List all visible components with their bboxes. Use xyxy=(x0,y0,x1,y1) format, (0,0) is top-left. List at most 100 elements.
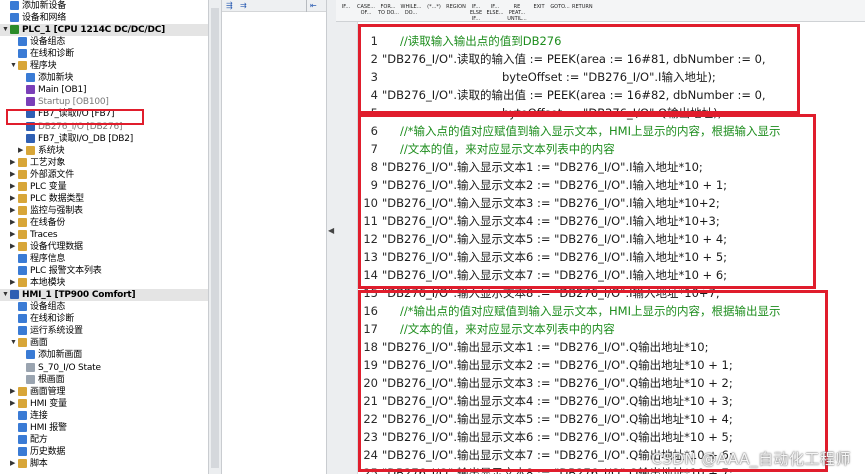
expand-right-icon[interactable]: ▶ xyxy=(10,388,16,396)
tree-item[interactable]: ▼ 程序块 xyxy=(0,60,208,72)
tree-item[interactable]: ▶ PLC 变量 xyxy=(0,181,208,193)
tree-item[interactable]: ▶ 设备代理数据 xyxy=(0,241,208,253)
tree-item[interactable]: 在线和诊断 xyxy=(0,313,208,325)
tree-item[interactable]: ▶ HMI 变量 xyxy=(0,398,208,410)
ob-icon xyxy=(26,97,35,107)
if-else-button[interactable]: IF... ELSE... xyxy=(486,1,504,21)
exit-button[interactable]: EXIT xyxy=(530,1,548,21)
tree-item[interactable]: 设备组态 xyxy=(0,36,208,48)
tree-item[interactable]: ▼ HMI_1 [TP900 Comfort] xyxy=(0,289,208,302)
tree-item[interactable]: 设备组态 xyxy=(0,301,208,313)
expand-right-icon[interactable]: ▶ xyxy=(10,183,16,191)
tree-item[interactable]: 连接 xyxy=(0,410,208,422)
expand-right-icon[interactable]: ▶ xyxy=(10,219,16,227)
expand-down-icon[interactable]: ▼ xyxy=(2,291,9,299)
tree-item-label: HMI_1 [TP900 Comfort] xyxy=(22,290,136,301)
return-button[interactable]: RETURN xyxy=(572,1,593,21)
tree-item[interactable]: ▶ 在线备份 xyxy=(0,217,208,229)
tree-item[interactable]: S_70_I/O State xyxy=(0,362,208,374)
region-button[interactable]: REGION xyxy=(446,1,466,21)
while-button[interactable]: WHILE... DO... xyxy=(400,1,422,21)
collapse-arrow-icon[interactable]: ◀ xyxy=(328,226,334,235)
tree-item[interactable]: 程序信息 xyxy=(0,253,208,265)
tree-item[interactable]: 在线和诊断 xyxy=(0,48,208,60)
scl-button-label: IF... ELSE... xyxy=(486,4,504,16)
folder-icon xyxy=(18,386,27,396)
tree-item[interactable]: 历史数据 xyxy=(0,446,208,458)
tree-item[interactable]: 配方 xyxy=(0,434,208,446)
expand-down-icon[interactable]: ▼ xyxy=(2,26,9,34)
tree-item[interactable]: 运行系统设置 xyxy=(0,325,208,337)
tree-item[interactable]: ▶ 工艺对象 xyxy=(0,157,208,169)
expand-right-icon[interactable]: ▶ xyxy=(10,460,16,468)
tree-item[interactable]: 添加新设备 xyxy=(0,0,208,12)
tree-item[interactable]: ▶ 脚本 xyxy=(0,458,208,470)
scrollbar-thumb[interactable] xyxy=(211,8,219,468)
expand-right-icon[interactable]: ▶ xyxy=(10,207,16,215)
tree-item[interactable]: ▼ PLC_1 [CPU 1214C DC/DC/DC] xyxy=(0,24,208,37)
highlight-box-peek xyxy=(358,24,800,114)
tree-item[interactable]: 添加新块 xyxy=(0,72,208,84)
scl-button-label: REGION xyxy=(446,4,466,10)
collapse-icon[interactable]: ⇤ xyxy=(310,2,322,10)
expand-right-icon[interactable]: ▶ xyxy=(10,279,16,287)
expand-right-icon[interactable]: ▶ xyxy=(10,171,16,179)
tree-item[interactable]: 根画面 xyxy=(0,374,208,386)
expand-right-icon[interactable]: ▶ xyxy=(10,159,16,167)
tree-item-label: S_70_I/O State xyxy=(38,362,101,373)
tree-item-label: Startup [OB100] xyxy=(38,97,109,108)
tree-item-label: Traces xyxy=(30,229,58,240)
tree-item-label: 系统块 xyxy=(38,145,65,156)
device-config-icon xyxy=(18,37,27,47)
hmi-alarms-icon xyxy=(18,422,27,432)
scl-button-label: CASE... OF... xyxy=(356,4,375,16)
insert-row-icon[interactable]: ⇶ xyxy=(226,2,238,10)
tree-item[interactable]: ▶ 系统块 xyxy=(0,145,208,157)
tree-item-label: 监控与强制表 xyxy=(30,205,83,216)
expand-down-icon[interactable]: ▼ xyxy=(10,339,17,347)
tree-item[interactable]: ▶ 本地模块 xyxy=(0,277,208,289)
scl-editor: IF... CASE... OF... FOR... TO DO... WHILE..… xyxy=(336,0,865,474)
for-button[interactable]: FOR... TO DO... xyxy=(378,1,399,21)
tree-item[interactable]: ▶ 画面管理 xyxy=(0,386,208,398)
tree-scrollbar[interactable] xyxy=(208,0,222,474)
add-row-icon[interactable]: ⇉ xyxy=(240,2,252,10)
tree-item[interactable]: 设备和网络 xyxy=(0,12,208,24)
tree-item[interactable]: PLC 报警文本列表 xyxy=(0,265,208,277)
connections-icon xyxy=(18,410,27,420)
tree-item[interactable]: ▶ PLC 数据类型 xyxy=(0,193,208,205)
expand-right-icon[interactable]: ▶ xyxy=(10,231,16,239)
tree-item-label: 工艺对象 xyxy=(30,157,66,168)
tree-item[interactable]: Startup [OB100] xyxy=(0,96,208,108)
tree-item[interactable]: ▶ 监控与强制表 xyxy=(0,205,208,217)
tree-item[interactable]: ▼ 画面 xyxy=(0,337,208,349)
comment-block-button[interactable]: (*...*) xyxy=(424,1,444,21)
if-elseif-button[interactable]: IF... ELSE IF... xyxy=(468,1,484,22)
tree-item[interactable]: 添加新画面 xyxy=(0,349,208,361)
case-button[interactable]: CASE... OF... xyxy=(356,1,376,21)
expand-right-icon[interactable]: ▶ xyxy=(18,147,24,155)
tree-item-highlight-box xyxy=(6,109,144,125)
scl-instruction-toolbar: IF... CASE... OF... FOR... TO DO... WHILE..… xyxy=(336,0,865,22)
repeat-button[interactable]: RE PEAT... UNTIL... xyxy=(506,1,528,22)
tree-item[interactable]: Main [OB1] xyxy=(0,84,208,96)
traces-icon xyxy=(18,229,27,239)
tree-item[interactable]: FB7_读取I/O_DB [DB2] xyxy=(0,133,208,145)
network-icon xyxy=(10,13,19,23)
tree-item-label: 程序信息 xyxy=(30,254,66,265)
expand-down-icon[interactable]: ▼ xyxy=(10,62,17,70)
tree-item[interactable]: HMI 报警 xyxy=(0,422,208,434)
folder-icon xyxy=(18,61,27,71)
tree-item[interactable]: ▶ Traces xyxy=(0,229,208,241)
tree-item-label: PLC 变量 xyxy=(30,181,67,192)
expand-right-icon[interactable]: ▶ xyxy=(10,243,16,251)
if-button[interactable]: IF... xyxy=(338,1,354,21)
tree-item-label: 在线备份 xyxy=(30,217,66,228)
expand-right-icon[interactable]: ▶ xyxy=(10,195,16,203)
tree-item[interactable]: ▶ 外部源文件 xyxy=(0,169,208,181)
tech-object-icon xyxy=(18,157,27,167)
goto-button[interactable]: GOTO... xyxy=(550,1,570,21)
expand-right-icon[interactable]: ▶ xyxy=(10,400,16,408)
splitter-bar[interactable]: ◀ xyxy=(326,0,336,474)
tree-item-label: 脚本 xyxy=(30,458,48,469)
